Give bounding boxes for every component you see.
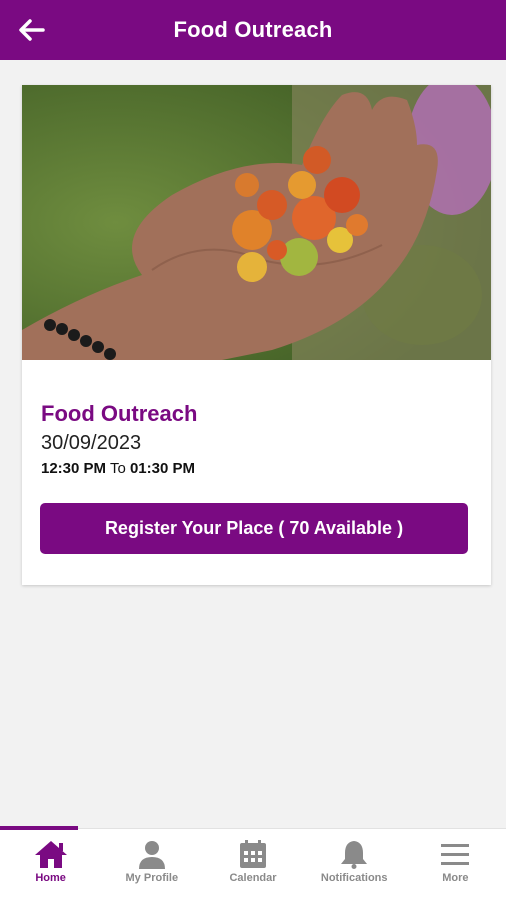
event-card: Food Outreach 30/09/2023 12:30 PM To 01:… [22, 85, 491, 585]
nav-label-notifications: Notifications [320, 872, 388, 884]
event-start-time: 12:30 PM [41, 460, 107, 477]
nav-calendar[interactable]: Calendar [202, 829, 303, 901]
nav-label-calendar: Calendar [229, 872, 277, 884]
page-title: Food Outreach [173, 17, 333, 42]
back-button[interactable] [18, 16, 46, 44]
register-button[interactable]: Register Your Place ( 70 Available ) [40, 503, 468, 554]
calendar-icon [240, 840, 266, 868]
arrow-left-icon [19, 19, 45, 41]
nav-my-profile[interactable]: My Profile [101, 829, 202, 901]
event-image [22, 85, 491, 360]
event-end-time: 01:30 PM [129, 460, 196, 477]
home-icon [34, 841, 67, 868]
active-tab-indicator [0, 826, 78, 830]
nav-label-more: More [442, 872, 469, 884]
nav-home[interactable]: Home [0, 826, 101, 901]
event-title: Food Outreach [41, 401, 198, 426]
event-time-separator: To [109, 460, 126, 477]
app-header: Food Outreach [0, 0, 506, 60]
nav-more[interactable]: More [405, 829, 506, 901]
bottom-navigation: Home My Profile Calendar Notifications M… [0, 826, 506, 901]
nav-label-home: Home [35, 872, 66, 884]
bell-icon [341, 841, 368, 869]
event-date: 30/09/2023 [41, 432, 142, 454]
nav-label-my-profile: My Profile [125, 872, 179, 884]
event-time: 12:30 PM To 01:30 PM [41, 460, 195, 477]
nav-notifications[interactable]: Notifications [304, 829, 405, 901]
person-icon [138, 841, 165, 869]
menu-icon [441, 844, 470, 865]
hand-with-fruit-illustration [22, 85, 491, 360]
